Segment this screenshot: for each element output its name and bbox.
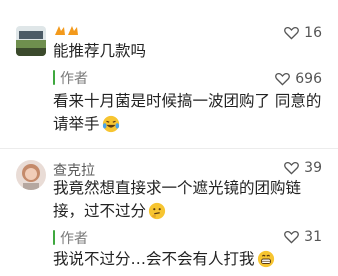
like-count: 696: [295, 71, 322, 87]
reply-accent-bar: [53, 230, 55, 245]
like-count: 31: [304, 229, 322, 245]
reply-author: 作者: [60, 71, 88, 87]
like-count: 16: [304, 25, 322, 41]
username-decoration: [53, 22, 79, 38]
heart-icon: [284, 231, 300, 244]
avatar[interactable]: [16, 160, 46, 190]
flame-icon: [55, 25, 65, 35]
grin-emoji: [257, 250, 274, 268]
heart-icon: [284, 27, 300, 40]
thinking-emoji: [148, 202, 166, 220]
avatar[interactable]: [16, 26, 46, 56]
comment-text: 能推荐几款吗: [53, 42, 147, 60]
reply-accent-bar: [53, 70, 55, 85]
reply-text-line: 请举手: [53, 113, 120, 136]
like-count: 39: [304, 160, 322, 176]
like-button[interactable]: 39: [284, 160, 322, 176]
reply-text: 我说不过分…会不会有人打我: [53, 248, 275, 271]
like-button[interactable]: 16: [284, 25, 322, 41]
comment-divider: [0, 148, 338, 149]
like-button[interactable]: 696: [275, 71, 322, 87]
laughing-tears-emoji: [102, 115, 119, 133]
reply-text-line: 看来十月菌是时候搞一波团购了 同意的: [53, 92, 322, 110]
heart-icon: [275, 73, 291, 86]
comment-text-line: 接，过不过分: [53, 200, 166, 223]
comment-text-line: 我竟然想直接求一个遮光镜的团购链: [53, 179, 302, 197]
heart-icon: [284, 162, 300, 175]
like-button[interactable]: 31: [284, 229, 322, 245]
flame-icon: [68, 25, 78, 35]
reply-author: 作者: [60, 231, 88, 247]
